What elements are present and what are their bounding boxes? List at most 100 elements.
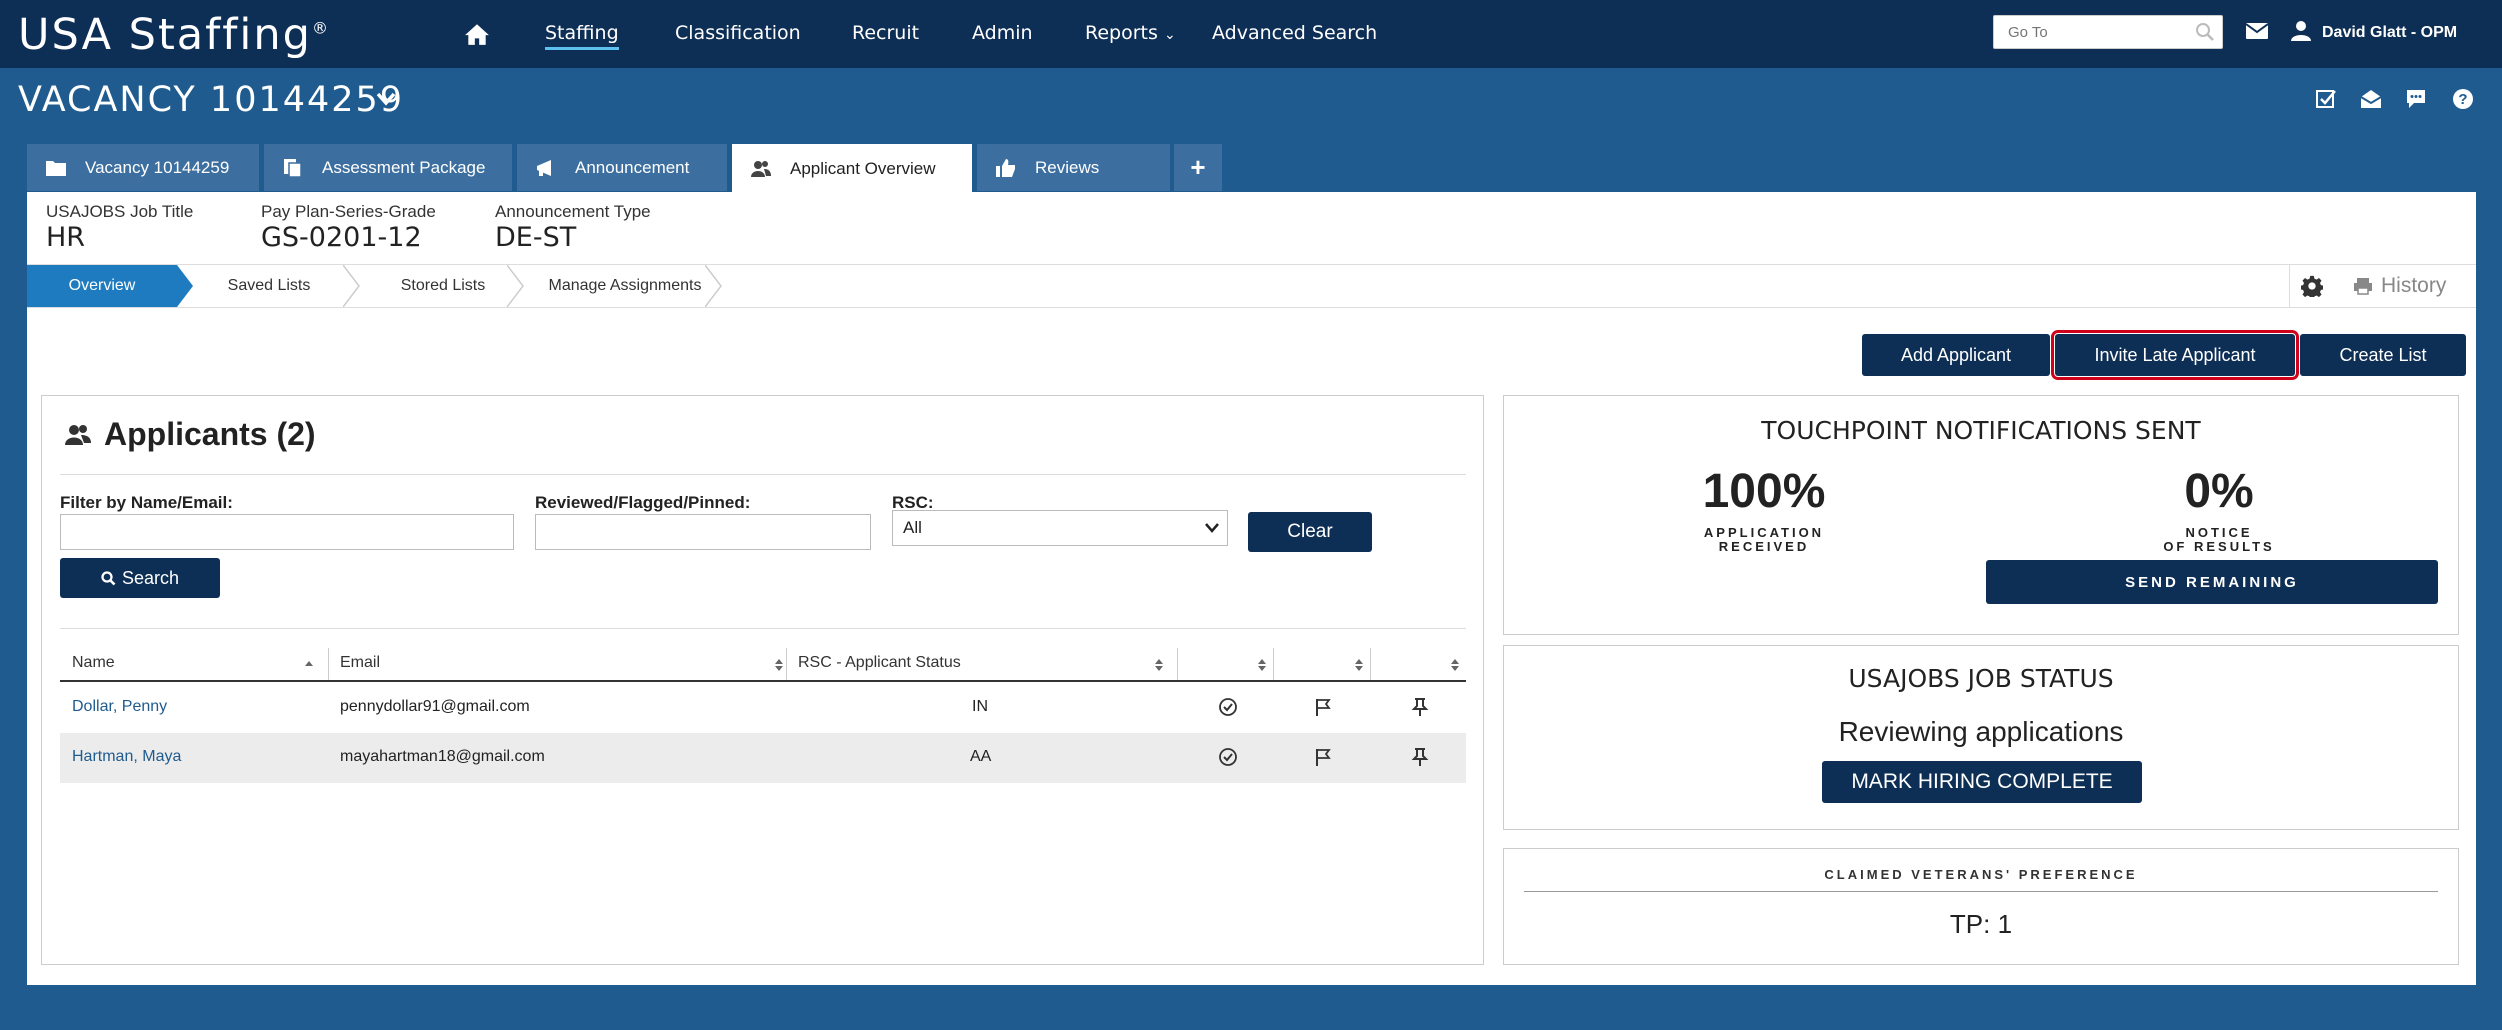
divider	[786, 648, 787, 680]
breadcrumb-arrow	[177, 265, 193, 307]
sort-icon[interactable]	[1257, 658, 1267, 672]
table-row: Hartman, Maya mayahartman18@gmail.com AA	[60, 733, 1466, 783]
notice-percent: 0%	[2184, 465, 2254, 518]
divider	[1524, 891, 2438, 892]
flag-icon[interactable]	[1314, 696, 1334, 718]
pin-icon[interactable]	[1410, 746, 1430, 768]
nav-classification[interactable]: Classification	[675, 22, 801, 44]
divider	[60, 474, 1466, 475]
touchpoint-title: TOUCHPOINT NOTIFICATIONS SENT	[1761, 416, 2201, 445]
chevron-down-icon	[1205, 523, 1219, 533]
applicant-name-link[interactable]: Dollar, Penny	[72, 698, 167, 716]
nav-admin[interactable]: Admin	[972, 22, 1033, 44]
user-menu[interactable]: David Glatt - OPM	[2322, 24, 2457, 42]
breadcrumb-saved-lists[interactable]: Saved Lists	[195, 265, 343, 307]
divider	[1370, 648, 1371, 680]
reviewed-filter-label: Reviewed/Flagged/Pinned:	[535, 493, 751, 512]
pin-icon[interactable]	[1410, 696, 1430, 718]
job-status-text: Reviewing applications	[1838, 716, 2124, 747]
mail-icon[interactable]	[2246, 22, 2268, 40]
thumbs-up-icon	[996, 158, 1015, 177]
tab-assessment-package[interactable]: Assessment Package	[264, 144, 512, 191]
notice-label: NOTICE OF RESULTS	[2163, 525, 2275, 554]
rsc-select[interactable]: All	[892, 510, 1228, 546]
breadcrumb-overview[interactable]: Overview	[27, 265, 177, 307]
column-header-email[interactable]: Email	[340, 654, 380, 672]
divider	[1177, 648, 1178, 680]
breadcrumb: Overview Saved Lists Stored Lists Manage…	[27, 264, 2476, 308]
search-icon[interactable]	[2195, 22, 2215, 42]
search-icon	[101, 570, 116, 585]
flag-icon[interactable]	[1314, 746, 1334, 768]
tab-add[interactable]: +	[1174, 144, 1222, 191]
column-header-status[interactable]: RSC - Applicant Status	[798, 654, 961, 672]
sort-icon[interactable]	[1450, 658, 1460, 672]
invite-late-applicant-button[interactable]: Invite Late Applicant	[2051, 330, 2299, 380]
applicant-status: IN	[972, 698, 988, 715]
chevron-down-icon[interactable]	[376, 92, 396, 106]
veterans-panel: CLAIMED VETERANS' PREFERENCE TP: 1	[1503, 848, 2459, 965]
documents-icon	[284, 158, 302, 178]
breadcrumb-arrow	[507, 265, 524, 307]
nav-advanced-search[interactable]: Advanced Search	[1212, 22, 1377, 44]
announcement-type-value: DE-ST	[495, 222, 577, 253]
veterans-title: CLAIMED VETERANS' PREFERENCE	[1824, 867, 2138, 882]
applicant-email: mayahartman18@gmail.com	[340, 748, 545, 765]
breadcrumb-manage-assignments[interactable]: Manage Assignments	[525, 265, 725, 307]
announcement-type-label: Announcement Type	[495, 202, 651, 221]
breadcrumb-stored-lists[interactable]: Stored Lists	[361, 265, 525, 307]
sort-icon[interactable]	[774, 658, 784, 672]
mark-hiring-complete-button[interactable]: MARK HIRING COMPLETE	[1822, 761, 2142, 803]
tab-announcement[interactable]: Announcement	[517, 144, 727, 191]
applicant-name-link[interactable]: Hartman, Maya	[72, 748, 181, 766]
received-label: APPLICATION RECEIVED	[1703, 525, 1825, 554]
job-status-title: USAJOBS JOB STATUS	[1848, 664, 2114, 693]
users-icon	[65, 425, 91, 445]
users-icon	[751, 160, 771, 177]
nav-reports[interactable]: Reports ⌄	[1085, 22, 1176, 44]
goto-input[interactable]	[1993, 15, 2223, 49]
chevron-down-icon: ⌄	[1163, 27, 1176, 43]
grade-value: GS-0201-12	[261, 222, 422, 253]
chat-icon[interactable]	[2405, 88, 2427, 110]
sort-icon[interactable]	[1154, 658, 1164, 672]
vacancy-card: USAJOBS Job Title HR Pay Plan-Series-Gra…	[27, 192, 2476, 985]
sort-icon[interactable]	[1354, 658, 1364, 672]
create-list-button[interactable]: Create List	[2300, 334, 2466, 376]
home-icon[interactable]	[464, 22, 490, 46]
history-button[interactable]: History	[2353, 265, 2446, 307]
divider	[60, 680, 1466, 682]
tab-reviews[interactable]: Reviews	[977, 144, 1170, 191]
reviewed-check-icon[interactable]	[1218, 746, 1238, 768]
applicants-panel: Applicants (2) Filter by Name/Email: Rev…	[41, 395, 1484, 965]
gear-icon[interactable]	[2301, 275, 2323, 297]
column-header-name[interactable]: Name	[72, 654, 115, 672]
vacancy-title: VACANCY 10144259	[18, 80, 405, 120]
svg-text:?: ?	[2458, 91, 2467, 108]
breadcrumb-arrow	[705, 265, 722, 307]
plus-icon: +	[1190, 152, 1206, 182]
tab-applicant-overview[interactable]: Applicant Overview	[732, 144, 972, 193]
add-applicant-button[interactable]: Add Applicant	[1862, 334, 2050, 376]
filter-name-input[interactable]	[60, 514, 514, 550]
reviewed-check-icon[interactable]	[1218, 696, 1238, 718]
nav-recruit[interactable]: Recruit	[852, 22, 919, 44]
printer-icon	[2354, 278, 2372, 295]
open-mail-icon[interactable]	[2360, 88, 2382, 110]
touchpoint-panel: TOUCHPOINT NOTIFICATIONS SENT 100% APPLI…	[1503, 395, 2459, 635]
applicant-status: AA	[970, 748, 992, 765]
search-button[interactable]: Search	[60, 558, 220, 598]
reviewed-filter-input[interactable]	[535, 514, 871, 550]
applicant-email: pennydollar91@gmail.com	[340, 698, 530, 715]
nav-staffing[interactable]: Staffing	[545, 22, 619, 50]
tab-vacancy[interactable]: Vacancy 10144259	[27, 144, 259, 191]
help-icon[interactable]: ?	[2452, 88, 2474, 110]
sort-asc-icon[interactable]	[304, 658, 314, 672]
app-logo[interactable]: USA Staffing®	[18, 10, 330, 60]
job-title-label: USAJOBS Job Title	[46, 202, 194, 221]
checklist-icon[interactable]	[2315, 88, 2337, 110]
user-icon[interactable]	[2290, 20, 2312, 42]
clear-button[interactable]: Clear	[1248, 512, 1372, 552]
send-remaining-button[interactable]: SEND REMAINING	[1986, 560, 2438, 604]
breadcrumb-arrow	[343, 265, 360, 307]
